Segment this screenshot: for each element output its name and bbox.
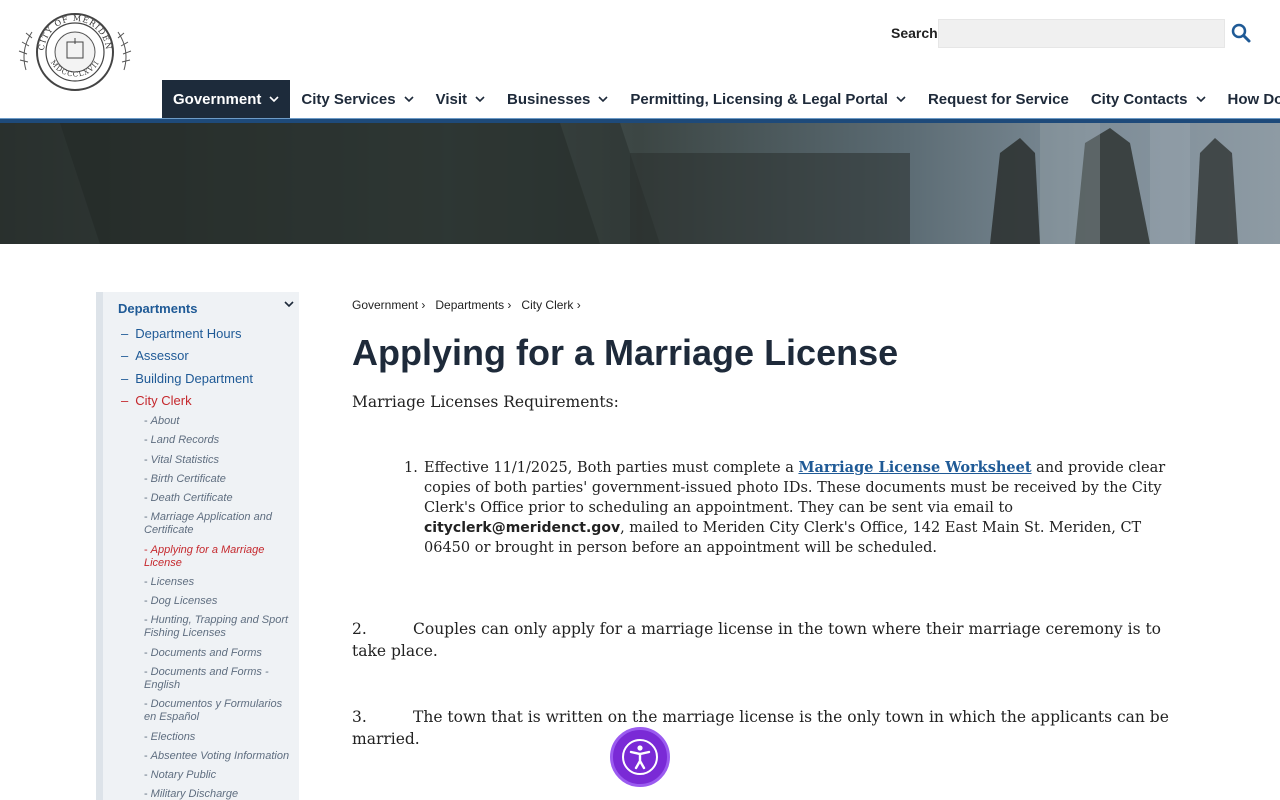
chevron-down-icon <box>269 96 279 103</box>
search-input[interactable] <box>938 19 1225 48</box>
sidebar-subitem-applying-marriage-license[interactable]: - Applying for a Marriage License <box>144 544 294 570</box>
chevron-down-icon[interactable] <box>283 298 295 310</box>
sidebar-item-city-clerk[interactable]: – City Clerk <box>121 393 192 408</box>
sidebar-subitem-documentos-formularios[interactable]: - Documentos y Formularios en Español <box>144 698 294 724</box>
breadcrumb: Government Departments City Clerk <box>352 298 591 312</box>
chevron-down-icon <box>1195 96 1206 103</box>
accessibility-icon <box>622 739 658 775</box>
sidebar-subitem-notary-public[interactable]: - Notary Public <box>144 769 294 782</box>
nav-label: Request for Service <box>927 90 1069 108</box>
sidebar-subitem-documents-forms-english[interactable]: - Documents and Forms - English <box>144 666 294 692</box>
intro-text: Marriage Licenses Requirements: <box>352 393 619 411</box>
sidebar-item-label: Department Hours <box>135 326 242 341</box>
sidebar-item-assessor[interactable]: – Assessor <box>121 348 189 363</box>
sidebar-subitem-hunting-fishing[interactable]: - Hunting, Trapping and Sport Fishing Lic… <box>144 614 294 640</box>
nav-visit[interactable]: Visit <box>425 80 496 118</box>
breadcrumb-city-clerk[interactable]: City Clerk <box>521 298 580 312</box>
sidebar-subitem-death-certificate[interactable]: - Death Certificate <box>144 492 294 505</box>
nav-government[interactable]: Government <box>162 80 291 118</box>
sidebar-subitem-about[interactable]: - About <box>144 415 294 428</box>
nav-permitting-portal[interactable]: Permitting, Licensing & Legal Portal <box>619 80 917 118</box>
chevron-down-icon <box>404 96 414 103</box>
requirement-item-3: 3. The town that is written on the marria… <box>352 706 1182 750</box>
nav-label: City Contacts <box>1090 90 1188 108</box>
search-label: Search <box>891 25 938 41</box>
sidebar-subitem-vital-statistics[interactable]: - Vital Statistics <box>144 454 294 467</box>
clerk-email: cityclerk@meridenct.gov <box>424 520 621 536</box>
nav-city-services[interactable]: City Services <box>290 80 424 118</box>
chevron-down-icon <box>896 96 906 103</box>
nav-label: How Do I? <box>1227 90 1280 108</box>
page-title: Applying for a Marriage License <box>352 332 899 373</box>
requirement-item-2: 2. Couples can only apply for a marriage … <box>352 618 1182 662</box>
nav-city-contacts[interactable]: City Contacts <box>1080 80 1217 118</box>
sidebar-item-label: City Clerk <box>135 393 192 408</box>
sidebar-item-label: Assessor <box>135 348 189 363</box>
requirement-item-1: 1. Effective 11/1/2025, Both parties mus… <box>404 458 1189 558</box>
nav-label: Businesses <box>507 90 591 108</box>
sidebar-item-label: Building Department <box>135 371 254 386</box>
breadcrumb-departments[interactable]: Departments <box>435 298 511 312</box>
nav-label: Visit <box>435 90 467 108</box>
sidebar-nav: Departments – Department Hours – Assessor … <box>96 292 299 800</box>
nav-how-do-i[interactable]: How Do I? <box>1217 80 1280 118</box>
list-number: 3. <box>352 708 367 726</box>
nav-label: Permitting, Licensing & Legal Portal <box>630 90 888 108</box>
breadcrumb-government[interactable]: Government <box>352 298 425 312</box>
sidebar-item-building-department[interactable]: – Building Department <box>121 371 253 386</box>
body-text: Effective 11/1/2025, Both parties must c… <box>424 460 799 476</box>
sidebar-subitem-elections[interactable]: - Elections <box>144 731 294 744</box>
main-nav: Government City Services Visit Businesse… <box>162 80 1280 118</box>
nav-label: Government <box>173 90 262 108</box>
sidebar-subitem-dog-licenses[interactable]: - Dog Licenses <box>144 595 294 608</box>
sidebar-subitem-absentee-voting[interactable]: - Absentee Voting Information <box>144 750 294 763</box>
chevron-down-icon <box>475 96 485 103</box>
sidebar-subitem-documents-forms[interactable]: - Documents and Forms <box>144 647 294 660</box>
sidebar-subitem-licenses[interactable]: - Licenses <box>144 576 294 589</box>
hero-banner-image <box>0 123 1280 244</box>
list-number: 1. <box>404 460 418 476</box>
list-number: 2. <box>352 620 367 638</box>
sidebar-subitem-land-records[interactable]: - Land Records <box>144 434 294 447</box>
accessibility-button[interactable] <box>610 727 670 787</box>
sidebar-item-department-hours[interactable]: – Department Hours <box>121 326 241 341</box>
nav-request-for-service[interactable]: Request for Service <box>917 80 1080 118</box>
sidebar-subitem-military-discharge[interactable]: - Military Discharge <box>144 788 294 800</box>
chevron-down-icon <box>598 96 608 103</box>
body-text: Couples can only apply for a marriage li… <box>352 620 1162 660</box>
search-icon[interactable] <box>1230 22 1252 44</box>
city-seal-logo[interactable]: CITY OF MERIDEN MDCCCLXVII <box>14 10 136 98</box>
body-text: The town that is written on the marriage… <box>352 708 1169 748</box>
sidebar-subitem-marriage-application[interactable]: - Marriage Application and Certificate <box>144 511 294 537</box>
sidebar-subitem-birth-certificate[interactable]: - Birth Certificate <box>144 473 294 486</box>
sidebar-heading-departments[interactable]: Departments <box>118 301 197 316</box>
marriage-license-worksheet-link[interactable]: Marriage License Worksheet <box>798 459 1031 476</box>
nav-businesses[interactable]: Businesses <box>496 80 619 118</box>
nav-label: City Services <box>301 90 396 108</box>
site-header: CITY OF MERIDEN MDCCCLXVII Search Govern… <box>0 0 1280 122</box>
